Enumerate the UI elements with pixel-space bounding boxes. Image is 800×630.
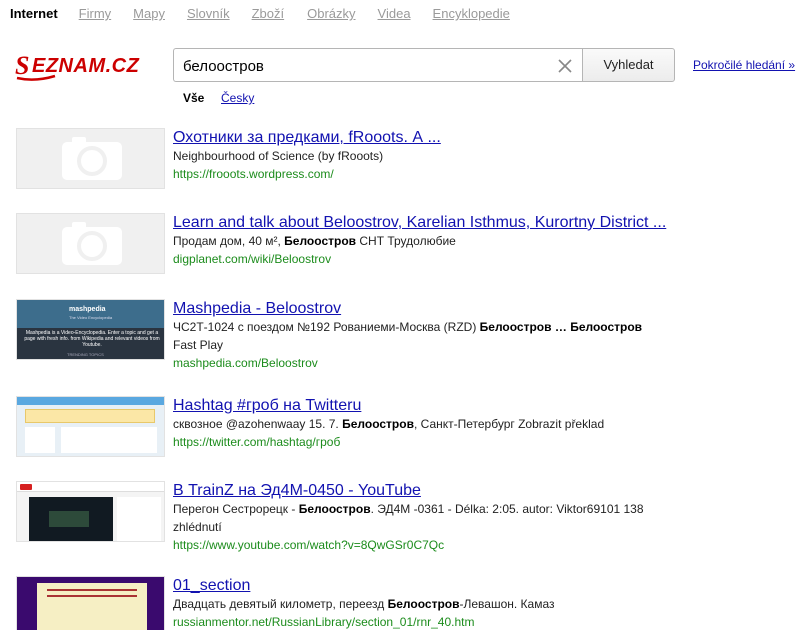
search-box — [173, 48, 583, 82]
camera-placeholder-icon — [62, 222, 122, 265]
thumb-footer: TRENDING TOPICS — [67, 352, 104, 357]
filter-all[interactable]: Vše — [183, 91, 204, 105]
thumb-brand: mashpedia — [69, 306, 106, 313]
result-snippet: Двадцать девятый километр, переезд Белоо… — [173, 597, 555, 611]
result-thumbnail[interactable] — [16, 128, 165, 189]
nav-item-slovnik[interactable]: Slovník — [187, 6, 230, 24]
result-thumbnail[interactable] — [16, 213, 165, 274]
result-thumbnail[interactable]: mashpedia The Video Encyclopedia Mashped… — [16, 299, 165, 360]
result-url[interactable]: https://frooots.wordpress.com/ — [173, 165, 663, 183]
video-frame — [29, 497, 113, 541]
result-title[interactable]: В TrainZ на Эд4М-0450 - YouTube — [173, 481, 663, 500]
svg-text:S: S — [15, 51, 29, 80]
result-snippet: Neighbourhood of Science (by fRooots) — [173, 149, 384, 163]
search-input[interactable] — [183, 56, 543, 76]
nav-item-mapy[interactable]: Mapy — [133, 6, 165, 24]
result-snippet: ЧС2Т-1024 с поездом №192 Рованиеми-Москв… — [173, 320, 643, 352]
filter-czech[interactable]: Česky — [221, 91, 254, 105]
result-title[interactable]: 01_section — [173, 576, 663, 595]
result-url[interactable]: https://twitter.com/hashtag/гроб — [173, 433, 663, 451]
thumb-header — [17, 300, 164, 328]
result-url[interactable]: mashpedia.com/Beloostrov — [173, 354, 663, 372]
seznam-logo[interactable]: S EZNAM.CZ — [15, 48, 165, 84]
result-snippet: Продам дом, 40 м², Белоостров СНТ Трудол… — [173, 234, 456, 248]
svg-text:EZNAM.CZ: EZNAM.CZ — [32, 55, 140, 77]
result-thumbnail[interactable] — [16, 576, 165, 630]
result-title[interactable]: Learn and talk about Beloostrov, Karelia… — [173, 213, 666, 232]
result-thumbnail[interactable] — [16, 481, 165, 542]
camera-placeholder-icon — [62, 137, 122, 180]
result-url[interactable]: https://www.youtube.com/watch?v=8QwGSr0C… — [173, 536, 663, 554]
result-snippet: сквозное @azohenwaay 15. 7. Белоостров, … — [173, 417, 605, 431]
result-snippet: Перегон Сестрорецк - Белоостров. ЭД4М -0… — [173, 502, 644, 534]
result-title[interactable]: Hashtag #гроб на Twitteru — [173, 396, 663, 415]
nav-item-firmy[interactable]: Firmy — [79, 6, 112, 24]
clear-search-icon[interactable] — [556, 57, 574, 75]
advanced-search-link[interactable]: Pokročilé hledání » — [693, 58, 795, 72]
nav-item-videa[interactable]: Videa — [378, 6, 411, 24]
result-title[interactable]: Mashpedia - Beloostrov — [173, 299, 663, 318]
nav-item-zbozi[interactable]: Zboží — [252, 6, 285, 24]
search-button[interactable]: Vyhledat — [582, 48, 675, 82]
result-thumbnail[interactable] — [16, 396, 165, 457]
result-url[interactable]: russianmentor.net/RussianLibrary/section… — [173, 613, 663, 630]
nav-item-obrazky[interactable]: Obrázky — [307, 6, 355, 24]
thumb-tagline: The Video Encyclopedia — [69, 315, 113, 320]
youtube-icon — [20, 484, 32, 490]
nav-item-encyklopedie[interactable]: Encyklopedie — [433, 6, 510, 24]
result-url[interactable]: digplanet.com/wiki/Beloostrov — [173, 250, 663, 268]
nav-item-internet[interactable]: Internet — [10, 6, 58, 24]
thumb-desc: Mashpedia is a Video-Encyclopedia. Enter… — [24, 330, 160, 348]
result-title[interactable]: Охотники за предками, fRooots. А ... — [173, 128, 663, 147]
top-nav: Internet Firmy Mapy Slovník Zboží Obrázk… — [10, 6, 510, 24]
